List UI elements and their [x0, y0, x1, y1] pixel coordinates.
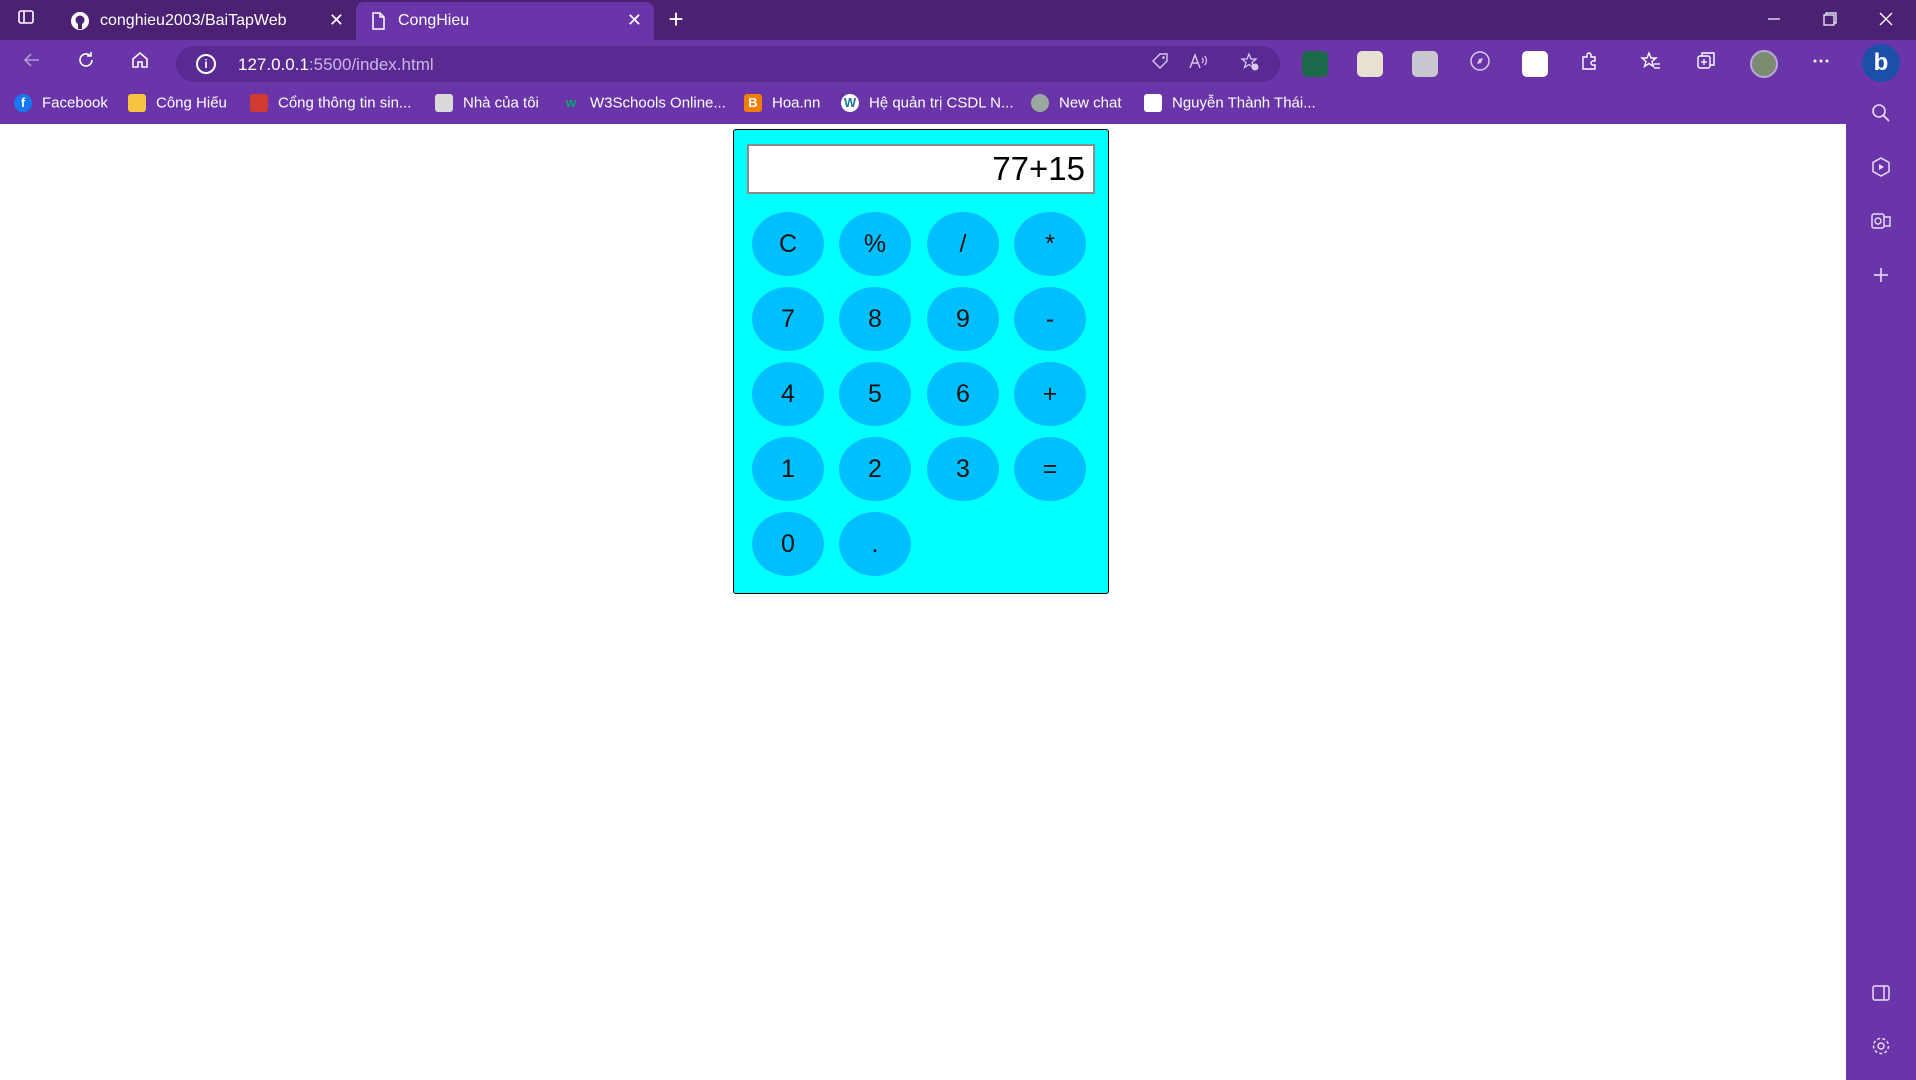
- tab-github[interactable]: conghieu2003/BaiTapWeb ✕: [58, 2, 356, 40]
- add-favorite-icon[interactable]: [1236, 52, 1264, 76]
- edge-sidebar: b: [1846, 40, 1916, 1080]
- tab-title: conghieu2003/BaiTapWeb: [100, 12, 287, 29]
- bing-copilot-icon[interactable]: b: [1862, 44, 1900, 82]
- bookmark-cong-hieu-folder[interactable]: Công Hiếu: [128, 94, 227, 118]
- key-3[interactable]: 3: [927, 437, 999, 501]
- bookmark-w3schools[interactable]: w W3Schools Online...: [562, 94, 726, 118]
- tab-actions-icon[interactable]: [8, 8, 44, 32]
- key-6[interactable]: 6: [927, 362, 999, 426]
- site-info-icon[interactable]: i: [196, 54, 216, 74]
- address-bar[interactable]: i 127.0.0.1:5500/index.html: [176, 46, 1280, 82]
- restore-icon[interactable]: [1810, 6, 1850, 34]
- site-icon: [1144, 94, 1162, 113]
- games-icon[interactable]: [1866, 156, 1896, 186]
- close-window-icon[interactable]: [1866, 6, 1906, 34]
- refresh-icon[interactable]: [70, 50, 102, 78]
- key-equals[interactable]: =: [1014, 437, 1086, 501]
- bookmark-nguyen-thanh-thai[interactable]: Nguyễn Thành Thái...: [1144, 94, 1316, 118]
- key-5[interactable]: 5: [839, 362, 911, 426]
- extension-icon[interactable]: [1522, 51, 1548, 77]
- toolbar: i 127.0.0.1:5500/index.html: [0, 40, 1846, 88]
- key-0[interactable]: 0: [752, 512, 824, 576]
- settings-gear-icon[interactable]: [1866, 1035, 1896, 1065]
- read-aloud-icon[interactable]: [1184, 52, 1212, 76]
- folder-icon: [128, 94, 146, 113]
- key-2[interactable]: 2: [839, 437, 911, 501]
- url-text[interactable]: 127.0.0.1:5500/index.html: [238, 55, 434, 75]
- bookmark-nha-cua-toi[interactable]: Nhà của tôi: [435, 94, 539, 118]
- home-icon[interactable]: [124, 50, 156, 78]
- back-icon[interactable]: [16, 50, 48, 78]
- key-add[interactable]: +: [1014, 362, 1086, 426]
- github-icon: [70, 11, 90, 31]
- chatgpt-icon: [1031, 94, 1049, 113]
- favorites-bar: f Facebook Công Hiếu Cổng thông tin sin..…: [0, 88, 1846, 124]
- coupon-tag-icon[interactable]: [1146, 52, 1174, 76]
- close-tab-icon[interactable]: ✕: [627, 10, 642, 31]
- key-multiply[interactable]: *: [1014, 212, 1086, 276]
- extension-icon[interactable]: [1357, 51, 1383, 77]
- new-tab-button[interactable]: +: [662, 6, 690, 34]
- key-7[interactable]: 7: [752, 287, 824, 351]
- tab-conghieu[interactable]: CongHieu ✕: [356, 2, 654, 40]
- bookmark-cong-thong-tin[interactable]: Cổng thông tin sin...: [250, 94, 411, 118]
- bookmark-hoa-nn[interactable]: B Hoa.nn: [744, 94, 820, 118]
- calculator-display[interactable]: 77+15: [747, 144, 1095, 194]
- key-1[interactable]: 1: [752, 437, 824, 501]
- favorites-icon[interactable]: [1636, 50, 1666, 78]
- key-4[interactable]: 4: [752, 362, 824, 426]
- facebook-icon: f: [14, 94, 32, 113]
- more-options-icon[interactable]: [1806, 50, 1836, 78]
- key-subtract[interactable]: -: [1014, 287, 1086, 351]
- compass-icon[interactable]: [1465, 50, 1495, 78]
- page-icon: [368, 11, 388, 31]
- blogger-icon: B: [744, 94, 762, 113]
- bookmark-facebook[interactable]: f Facebook: [14, 94, 108, 118]
- extensions-icon[interactable]: [1575, 50, 1605, 78]
- wordpress-icon: W: [841, 94, 859, 113]
- key-8[interactable]: 8: [839, 287, 911, 351]
- key-decimal[interactable]: .: [839, 512, 911, 576]
- close-tab-icon[interactable]: ✕: [329, 10, 344, 31]
- outlook-icon[interactable]: [1866, 210, 1896, 240]
- w3schools-icon: w: [565, 95, 577, 111]
- hide-sidebar-icon[interactable]: [1866, 982, 1896, 1012]
- bookmark-new-chat[interactable]: New chat: [1031, 94, 1122, 118]
- key-clear[interactable]: C: [752, 212, 824, 276]
- key-9[interactable]: 9: [927, 287, 999, 351]
- bookmark-he-quan-tri[interactable]: W Hệ quản trị CSDL N...: [841, 94, 1014, 118]
- home-page-icon: [435, 94, 453, 113]
- key-divide[interactable]: /: [927, 212, 999, 276]
- extension-icon[interactable]: [1412, 51, 1438, 77]
- profile-avatar[interactable]: [1750, 50, 1778, 78]
- search-icon[interactable]: [1866, 102, 1896, 132]
- add-sidebar-app-icon[interactable]: [1866, 264, 1896, 294]
- minimize-icon[interactable]: [1754, 6, 1794, 34]
- tab-title: CongHieu: [398, 12, 470, 29]
- tab-strip: conghieu2003/BaiTapWeb ✕ CongHieu ✕ +: [0, 0, 1916, 40]
- extension-icon[interactable]: [1302, 51, 1328, 77]
- calculator: 77+15 C % / * 7 8 9 - 4 5 6 + 1 2 3 = 0 …: [733, 129, 1109, 594]
- portal-icon: [250, 94, 268, 113]
- key-percent[interactable]: %: [839, 212, 911, 276]
- collections-icon[interactable]: [1691, 50, 1721, 78]
